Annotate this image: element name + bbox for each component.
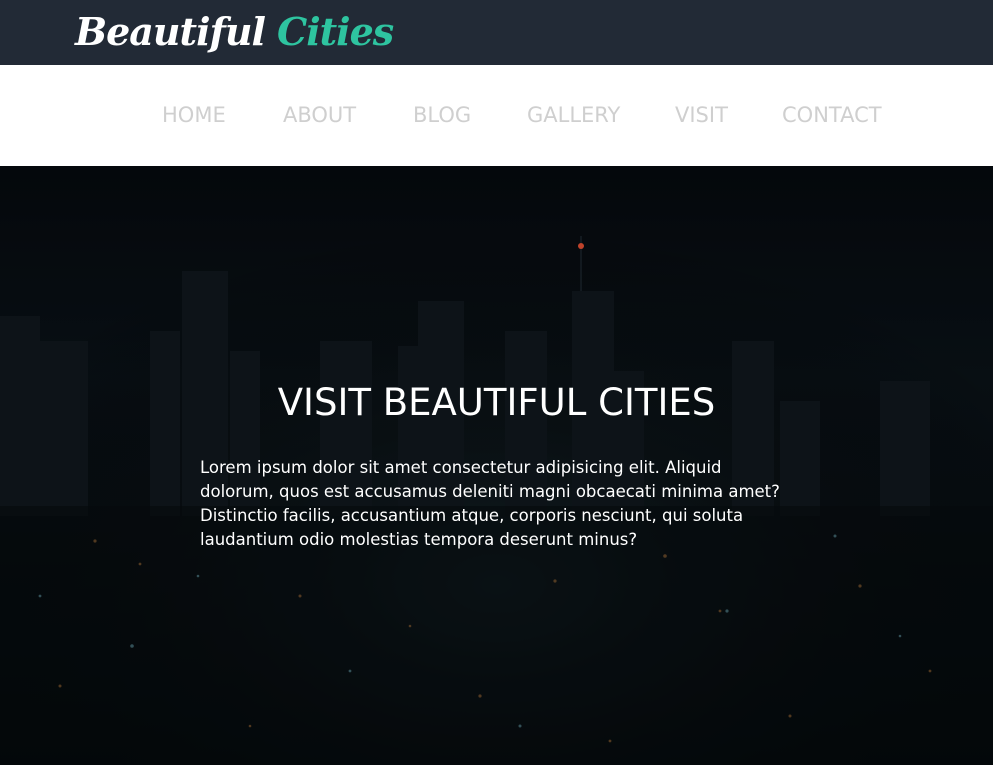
hero-section: VISIT BEAUTIFUL CITIES Lorem ipsum dolor… [0,166,993,765]
nav-link-home[interactable]: HOME [162,65,226,166]
site-logo[interactable]: Beautiful Cities [75,6,394,58]
hero-description: Lorem ipsum dolor sit amet consectetur a… [200,458,780,549]
nav-link-about[interactable]: ABOUT [283,65,356,166]
nav-link-visit[interactable]: VISIT [675,65,728,166]
main-navigation: HOME ABOUT BLOG GALLERY VISIT CONTACT [0,65,993,166]
nav-link-contact[interactable]: CONTACT [782,65,882,166]
nav-link-gallery[interactable]: GALLERY [527,65,620,166]
top-header-bar: Beautiful Cities [0,0,993,65]
hero-title: VISIT BEAUTIFUL CITIES [277,381,716,424]
logo-word-cities: Cities [276,9,394,54]
logo-word-beautiful: Beautiful [75,9,266,54]
nav-link-blog[interactable]: BLOG [413,65,471,166]
